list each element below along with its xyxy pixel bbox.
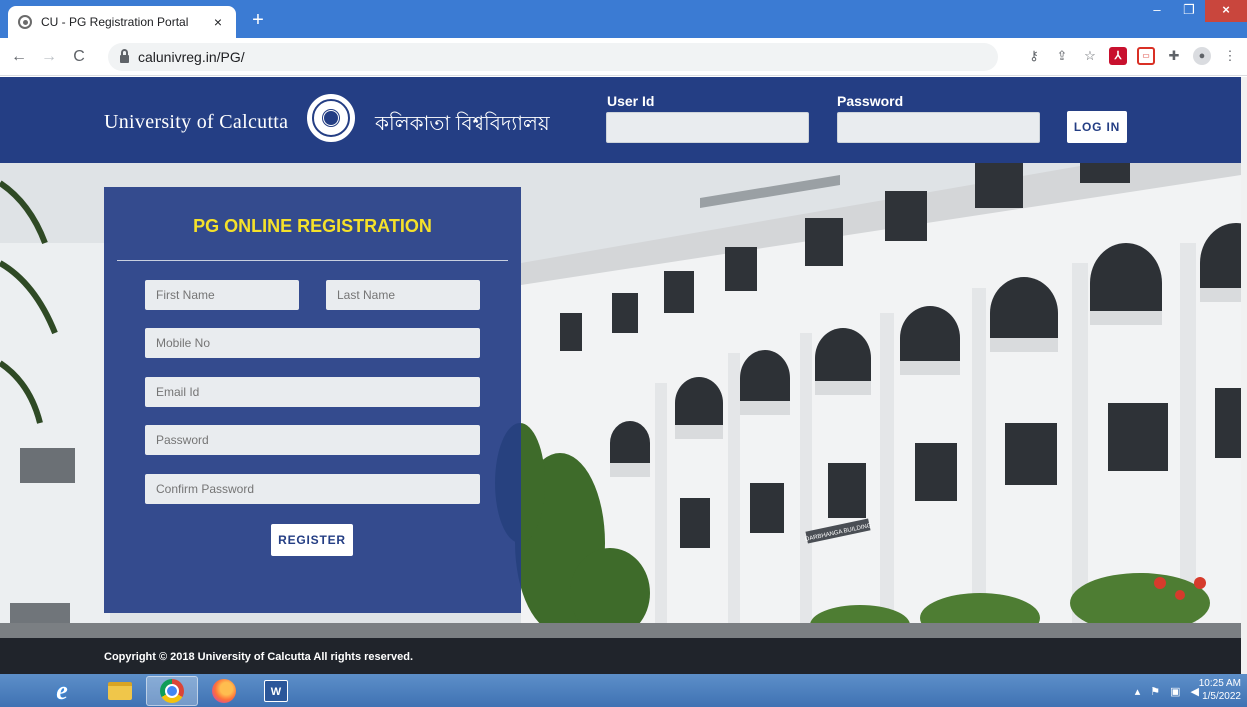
password-label: Password	[837, 93, 904, 109]
taskbar-clock[interactable]: 10:25 AM 1/5/2022	[1199, 677, 1241, 703]
word-icon: W	[264, 680, 288, 702]
toolbar-icons: ⚷ ⇪ ☆ ⅄ ▭ ✚ ● ⋮	[1025, 47, 1239, 65]
pdf-editor-extension-icon[interactable]: ▭	[1137, 47, 1155, 65]
profile-avatar-icon[interactable]: ●	[1193, 47, 1211, 65]
mobile-number-input[interactable]	[145, 328, 480, 358]
new-tab-button[interactable]: +	[246, 9, 270, 33]
minimize-button[interactable]: –	[1141, 0, 1173, 22]
login-button[interactable]: LOG IN	[1067, 111, 1127, 143]
taskbar-internet-explorer[interactable]: e	[36, 676, 88, 706]
seal-ring	[312, 99, 350, 137]
close-window-button[interactable]: ×	[1205, 0, 1247, 22]
user-id-input[interactable]	[606, 112, 809, 143]
bookmark-star-icon[interactable]: ☆	[1081, 47, 1099, 65]
address-bar-row: ← → C calunivreg.in/PG/ ⚷ ⇪ ☆ ⅄ ▭ ✚ ● ⋮	[0, 38, 1247, 76]
tab-close-icon[interactable]: ×	[210, 14, 226, 30]
registration-panel: PG ONLINE REGISTRATION REGISTER	[104, 187, 521, 613]
omnibox[interactable]: calunivreg.in/PG/	[108, 43, 998, 71]
reload-button[interactable]: C	[68, 48, 90, 66]
share-icon[interactable]: ⇪	[1053, 47, 1071, 65]
university-name-bengali: কলিকাতা বিশ্ববিদ্যালয়	[375, 113, 550, 135]
network-icon[interactable]: ▣	[1170, 685, 1180, 698]
taskbar-firefox[interactable]	[198, 676, 250, 706]
tab-title: CU - PG Registration Portal	[41, 15, 189, 29]
email-input[interactable]	[145, 377, 480, 407]
page-scrollbar[interactable]	[1241, 77, 1247, 674]
restore-button[interactable]: ❐	[1173, 0, 1205, 22]
pdf-extension-icon[interactable]: ⅄	[1109, 47, 1127, 65]
copyright-text: Copyright © 2018 University of Calcutta …	[104, 651, 414, 663]
browser-tab-strip: CU - PG Registration Portal × + – ❐ ×	[0, 0, 1247, 38]
folder-icon	[108, 682, 132, 700]
site-header: University of Calcutta কলিকাতা বিশ্ববিদ্…	[0, 77, 1241, 163]
register-password-input[interactable]	[145, 425, 480, 455]
forward-button[interactable]: →	[38, 48, 60, 66]
browser-tab[interactable]: CU - PG Registration Portal ×	[8, 6, 236, 38]
internet-explorer-icon: e	[56, 676, 68, 705]
extensions-puzzle-icon[interactable]: ✚	[1165, 47, 1183, 65]
firefox-icon	[212, 679, 236, 703]
university-seal-logo	[307, 94, 355, 142]
registration-title: PG ONLINE REGISTRATION	[193, 216, 432, 236]
taskbar-chrome[interactable]	[146, 676, 198, 706]
system-tray: ▴ ⚑ ▣ ◀	[1135, 685, 1199, 698]
clock-date: 1/5/2022	[1202, 691, 1241, 702]
window-controls: – ❐ ×	[1141, 0, 1247, 22]
lock-icon[interactable]	[120, 49, 129, 63]
clock-time: 10:25 AM	[1198, 678, 1241, 689]
university-name-english: University of Calcutta	[104, 111, 289, 133]
register-button[interactable]: REGISTER	[271, 524, 353, 556]
taskbar-file-explorer[interactable]	[94, 676, 146, 706]
back-button[interactable]: ←	[8, 48, 30, 66]
url-text[interactable]: calunivreg.in/PG/	[138, 49, 245, 65]
windows-taskbar: e W ▴ ⚑ ▣ ◀ 10:25 AM 1/5/2022	[0, 674, 1247, 707]
user-id-label: User Id	[607, 93, 655, 109]
chrome-icon	[160, 679, 184, 703]
favicon-icon	[18, 15, 32, 29]
login-password-input[interactable]	[837, 112, 1040, 143]
last-name-input[interactable]	[326, 280, 480, 310]
confirm-password-input[interactable]	[145, 474, 480, 504]
menu-kebab-icon[interactable]: ⋮	[1221, 47, 1239, 65]
first-name-input[interactable]	[145, 280, 299, 310]
volume-muted-icon[interactable]: ◀	[1191, 685, 1199, 698]
registration-divider	[117, 260, 508, 261]
seal-emblem	[321, 108, 341, 128]
taskbar-word[interactable]: W	[250, 676, 302, 706]
site-footer: Copyright © 2018 University of Calcutta …	[0, 638, 1241, 674]
action-center-flag-icon[interactable]: ⚑	[1150, 685, 1160, 698]
tray-expand-icon[interactable]: ▴	[1135, 685, 1141, 698]
key-icon[interactable]: ⚷	[1025, 47, 1043, 65]
